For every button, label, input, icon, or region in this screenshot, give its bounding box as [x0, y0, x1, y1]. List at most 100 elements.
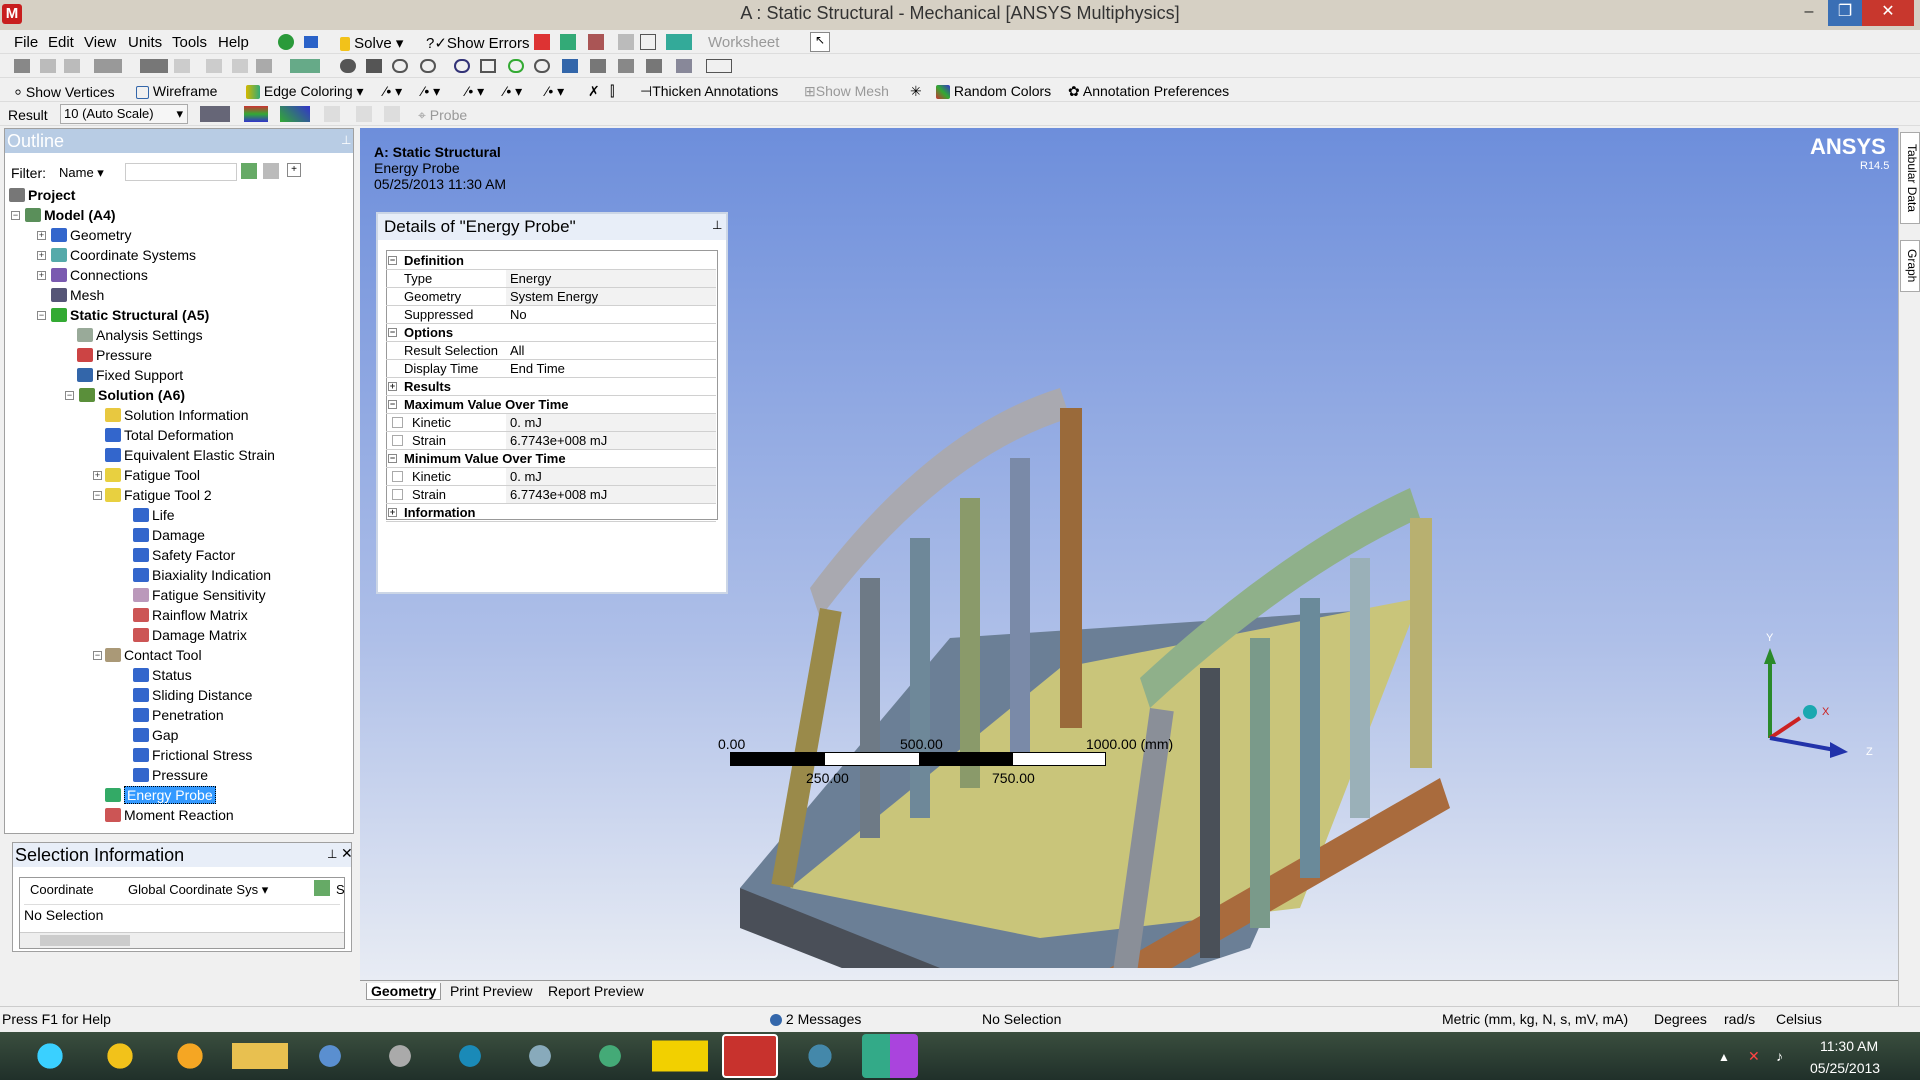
- refresh-icon[interactable]: [241, 163, 257, 179]
- chrome-icon[interactable]: [92, 1034, 148, 1078]
- row-result-selection[interactable]: Result Selection All: [386, 342, 716, 360]
- internet-explorer-icon[interactable]: [22, 1034, 78, 1078]
- minimize-button[interactable]: –: [1796, 0, 1822, 26]
- rotate-icon[interactable]: [340, 59, 356, 73]
- aperture-icon[interactable]: [792, 1034, 848, 1078]
- design-modeler-icon[interactable]: [512, 1034, 568, 1078]
- set-icon[interactable]: [646, 59, 662, 73]
- tree-expand-icon[interactable]: [304, 36, 318, 48]
- tree-item-fatigue-sensitivity[interactable]: Fatigue Sensitivity: [133, 585, 266, 605]
- section-maximum-value[interactable]: − Maximum Value Over Time: [386, 396, 716, 414]
- bing-icon[interactable]: [162, 1034, 218, 1078]
- thicken-annotations-button[interactable]: ⊣Thicken Annotations: [640, 83, 778, 100]
- chart-icon[interactable]: [560, 34, 576, 50]
- comment-icon[interactable]: [618, 34, 634, 50]
- extend-adjacent-icon[interactable]: [206, 59, 222, 73]
- tree-item-energy-probe[interactable]: Energy Probe: [105, 785, 216, 805]
- clear-filter-icon[interactable]: [263, 163, 279, 179]
- tab-print-preview[interactable]: Print Preview: [450, 983, 532, 999]
- random-colors-button[interactable]: Random Colors: [936, 83, 1051, 100]
- tree-item-static-structural[interactable]: Static Structural (A5): [51, 305, 209, 325]
- tree-item-moment-reaction[interactable]: Moment Reaction: [105, 805, 234, 825]
- tree-item-equivalent-elastic-strain[interactable]: Equivalent Elastic Strain: [105, 445, 275, 465]
- tree-item-contact-tool[interactable]: Contact Tool: [105, 645, 202, 665]
- contour-icon[interactable]: [244, 106, 268, 122]
- section-minimum-value[interactable]: − Minimum Value Over Time: [386, 450, 716, 468]
- status-degrees[interactable]: Degrees: [1654, 1011, 1707, 1027]
- filter-input[interactable]: [125, 163, 237, 181]
- tree-item-rainflow-matrix[interactable]: Rainflow Matrix: [133, 605, 248, 625]
- section-information[interactable]: + Information: [386, 504, 716, 522]
- thicken-icon[interactable]: ⫿: [610, 83, 614, 100]
- scroll-thumb[interactable]: [40, 935, 130, 946]
- section-results[interactable]: + Results: [386, 378, 716, 396]
- tree-item-geometry[interactable]: Geometry: [51, 225, 131, 245]
- show-vertices-button[interactable]: ⸰ Show Vertices: [14, 83, 115, 102]
- pin-icon[interactable]: ⊥: [712, 218, 722, 232]
- collapse-model[interactable]: −: [11, 211, 20, 220]
- status-rads[interactable]: rad/s: [1724, 1011, 1755, 1027]
- pan-icon[interactable]: [366, 59, 382, 73]
- isometric-icon[interactable]: [618, 59, 634, 73]
- collapse-contact-tool[interactable]: −: [93, 651, 102, 660]
- text-icon[interactable]: [640, 34, 656, 50]
- tab-geometry[interactable]: Geometry: [366, 983, 442, 1000]
- tree-item-frictional-stress[interactable]: Frictional Stress: [133, 745, 252, 765]
- expand-all-icon[interactable]: +: [287, 163, 301, 177]
- tree-item-fatigue-tool[interactable]: Fatigue Tool: [105, 465, 200, 485]
- geometry-display-icon[interactable]: [200, 106, 230, 122]
- zoom-to-fit-icon[interactable]: [454, 59, 470, 73]
- section-definition[interactable]: − Definition: [386, 252, 716, 270]
- expand-coordinate-systems[interactable]: +: [37, 251, 46, 260]
- menu-file[interactable]: File: [14, 34, 38, 51]
- annotation-preferences-button[interactable]: ✿ Annotation Preferences: [1068, 83, 1229, 100]
- graph-tab[interactable]: Graph: [1900, 240, 1920, 292]
- context-help-icon[interactable]: ↖: [810, 32, 830, 52]
- tree-item-solution[interactable]: Solution (A6): [79, 385, 185, 405]
- tree-item-pressure[interactable]: Pressure: [77, 345, 152, 365]
- checkbox[interactable]: [392, 489, 403, 500]
- refresh-selection-icon[interactable]: [314, 880, 330, 896]
- edge-display-1[interactable]: ⁄• ▾: [384, 83, 402, 100]
- worksheet-button[interactable]: Worksheet: [708, 34, 779, 51]
- tree-item-solution-information[interactable]: Solution Information: [105, 405, 249, 425]
- tag-icon[interactable]: [676, 59, 692, 73]
- row-max-strain[interactable]: Strain 6.7743e+008 mJ: [386, 432, 716, 450]
- pointer-select-icon[interactable]: [140, 59, 168, 73]
- previous-view-icon[interactable]: [562, 59, 578, 73]
- section-options[interactable]: − Options: [386, 324, 716, 342]
- menu-units[interactable]: Units: [128, 34, 162, 51]
- tree-item-mesh[interactable]: Mesh: [51, 285, 104, 305]
- collapse-fatigue-tool-2[interactable]: −: [93, 491, 102, 500]
- vertex-select-icon[interactable]: [40, 59, 56, 73]
- explode-icon[interactable]: ✳: [910, 83, 922, 100]
- zoom-box-icon[interactable]: [420, 59, 436, 73]
- collapse-static-structural[interactable]: −: [37, 311, 46, 320]
- tree-item-fatigue-tool-2[interactable]: Fatigue Tool 2: [105, 485, 212, 505]
- status-units[interactable]: Metric (mm, kg, N, s, mV, mA): [1442, 1011, 1628, 1027]
- expand-connections[interactable]: +: [37, 271, 46, 280]
- row-min-kinetic[interactable]: Kinetic 0. mJ: [386, 468, 716, 486]
- pin-icon[interactable]: ⊥: [341, 133, 351, 147]
- select-mode-icon[interactable]: [14, 59, 30, 73]
- clock-time[interactable]: 11:30 AM: [1820, 1038, 1878, 1054]
- edge-display-5[interactable]: ⁄• ▾: [546, 83, 564, 100]
- tree-item-safety-factor[interactable]: Safety Factor: [133, 545, 235, 565]
- magnifier-icon[interactable]: [534, 59, 550, 73]
- row-max-kinetic[interactable]: Kinetic 0. mJ: [386, 414, 716, 432]
- solve-button[interactable]: Solve ▾: [340, 34, 403, 52]
- selection-filter-icon[interactable]: [290, 59, 320, 73]
- row-min-strain[interactable]: Strain 6.7743e+008 mJ: [386, 486, 716, 504]
- tree-item-analysis-settings[interactable]: Analysis Settings: [77, 325, 203, 345]
- edge-display-4[interactable]: ⁄• ▾: [504, 83, 522, 100]
- tabular-data-tab[interactable]: Tabular Data: [1900, 132, 1920, 224]
- edges-display-icon[interactable]: [280, 106, 310, 122]
- filter-type-select[interactable]: Name ▾: [59, 165, 123, 183]
- tree-item-total-deformation[interactable]: Total Deformation: [105, 425, 234, 445]
- probe-button[interactable]: ⌖ Probe: [418, 107, 467, 124]
- restore-button[interactable]: ❐: [1828, 0, 1862, 26]
- tree-item-contact-pressure[interactable]: Pressure: [133, 765, 208, 785]
- status-messages[interactable]: 2 Messages: [770, 1011, 861, 1027]
- checkbox[interactable]: [392, 471, 403, 482]
- network-tray-icon[interactable]: ✕: [1748, 1048, 1760, 1065]
